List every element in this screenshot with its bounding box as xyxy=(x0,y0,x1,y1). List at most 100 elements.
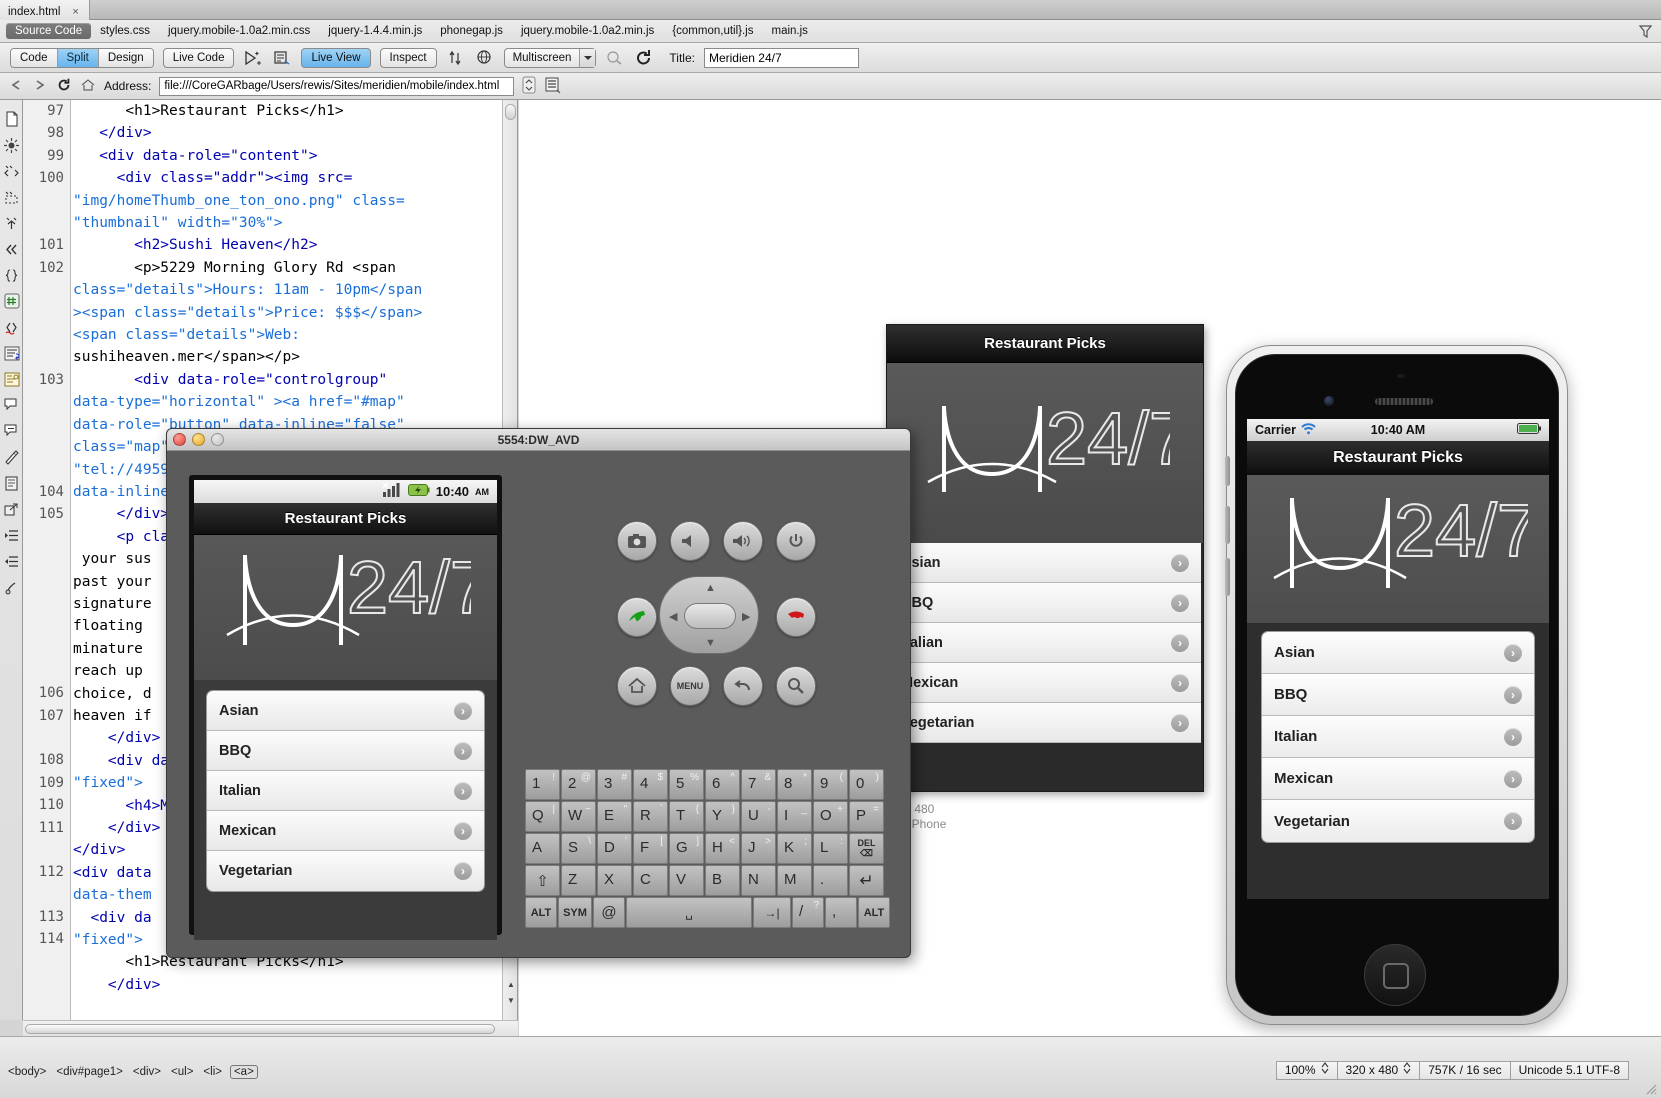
multiscreen-button[interactable]: Multiscreen xyxy=(503,47,597,68)
key-z[interactable]: Z xyxy=(561,865,596,896)
scroll-up-icon[interactable]: ▲ xyxy=(506,980,516,990)
list-item[interactable]: Asian › xyxy=(889,543,1201,583)
home-button[interactable] xyxy=(617,666,657,706)
dpad-down-icon[interactable]: ▼ xyxy=(705,637,716,649)
key-f[interactable]: F[ xyxy=(633,833,668,864)
volume-up-button[interactable] xyxy=(723,521,763,561)
related-file-phonegap-js[interactable]: phonegap.js xyxy=(431,23,512,39)
related-file-common-util-js[interactable]: {common,util}.js xyxy=(663,23,762,39)
select-parent-tag-icon[interactable] xyxy=(0,236,23,262)
related-file-styles-css[interactable]: styles.css xyxy=(91,23,159,39)
search-button[interactable] xyxy=(776,666,816,706)
key-w[interactable]: W ~ xyxy=(561,801,596,832)
tag-div[interactable]: <div> xyxy=(131,1066,163,1078)
key-1[interactable]: 1! xyxy=(525,769,560,800)
resize-grip-icon[interactable] xyxy=(1643,1081,1657,1095)
key-sym[interactable]: SYM xyxy=(558,897,592,928)
list-item[interactable]: BBQ › xyxy=(1262,674,1534,716)
view-mode-split[interactable]: Split xyxy=(57,48,99,67)
dpad-left-icon[interactable]: ◀ xyxy=(669,610,677,623)
key-space[interactable]: ␣ xyxy=(626,897,752,928)
view-mode-design[interactable]: Design xyxy=(98,48,153,67)
key-4[interactable]: 4 $ xyxy=(633,769,668,800)
list-item[interactable]: Asian › xyxy=(207,691,484,731)
power-button[interactable] xyxy=(776,521,816,561)
live-view-button[interactable]: Live View xyxy=(301,47,371,68)
validate-icon[interactable] xyxy=(446,48,466,68)
key-comma[interactable]: , xyxy=(825,897,857,928)
key-alt-right[interactable]: ALT xyxy=(858,897,890,928)
chevron-down-icon[interactable] xyxy=(579,48,596,67)
syntax-color-icon[interactable] xyxy=(0,366,23,392)
refresh-icon[interactable] xyxy=(634,48,654,68)
iphone-home-button[interactable] xyxy=(1364,944,1426,1006)
key-tab[interactable]: →| xyxy=(753,897,791,928)
key-n[interactable]: N xyxy=(741,865,776,896)
open-documents-icon[interactable] xyxy=(0,106,23,132)
list-item[interactable]: Asian › xyxy=(1262,632,1534,674)
list-item[interactable]: Vegetarian › xyxy=(889,703,1201,743)
tag-body[interactable]: <body> xyxy=(6,1066,48,1078)
zoom-control[interactable]: 100% xyxy=(1275,1061,1338,1080)
key-q[interactable]: Q | xyxy=(525,801,560,832)
key-p[interactable]: P = xyxy=(849,801,884,832)
wrap-tag-icon[interactable] xyxy=(0,444,23,470)
menu-button[interactable]: MENU xyxy=(670,666,710,706)
key-i[interactable]: I _ xyxy=(777,801,812,832)
tag-div-page1[interactable]: <div#page1> xyxy=(54,1066,125,1078)
visual-aids-icon[interactable] xyxy=(605,48,625,68)
list-item[interactable]: BBQ › xyxy=(207,731,484,771)
address-input[interactable] xyxy=(159,76,515,96)
key-u[interactable]: U- xyxy=(741,801,776,832)
related-file-source-code[interactable]: Source Code xyxy=(6,23,92,39)
key-c[interactable]: C xyxy=(633,865,668,896)
key-j[interactable]: J > xyxy=(741,833,776,864)
scrollbar-thumb[interactable] xyxy=(25,1024,495,1034)
document-tab-index-html[interactable]: index.html × xyxy=(0,0,90,20)
highlight-invalid-code-icon[interactable] xyxy=(0,314,23,340)
refresh-icon[interactable] xyxy=(56,77,72,96)
key-v[interactable]: V xyxy=(669,865,704,896)
list-item[interactable]: Italian › xyxy=(1262,716,1534,758)
call-button[interactable] xyxy=(617,597,657,637)
key-l[interactable]: L: xyxy=(813,833,848,864)
dpad-right-icon[interactable]: ▶ xyxy=(742,610,750,623)
list-item[interactable]: Italian › xyxy=(889,623,1201,663)
related-file-jquery-mobile-css[interactable]: jquery.mobile-1.0a2.min.css xyxy=(159,23,319,39)
dpad-center-button[interactable] xyxy=(684,603,736,629)
outdent-code-icon[interactable] xyxy=(0,548,23,574)
list-item[interactable]: Mexican › xyxy=(889,663,1201,703)
line-numbers-icon[interactable] xyxy=(0,288,23,314)
key-m[interactable]: M xyxy=(777,865,812,896)
end-call-button[interactable] xyxy=(776,597,816,637)
related-file-jquery-js[interactable]: jquery-1.4.4.min.js xyxy=(319,23,431,39)
key-h[interactable]: H < xyxy=(705,833,740,864)
title-input[interactable] xyxy=(703,47,859,68)
collapse-full-tag-icon[interactable] xyxy=(0,158,23,184)
key-x[interactable]: X xyxy=(597,865,632,896)
collapse-selection-icon[interactable] xyxy=(0,184,23,210)
emulator-titlebar[interactable]: 5554:DW_AVD xyxy=(167,429,910,451)
indent-code-icon[interactable] xyxy=(0,522,23,548)
key-at[interactable]: @ xyxy=(593,897,625,928)
back-arrow-icon[interactable] xyxy=(8,78,24,95)
related-file-jquery-mobile-js[interactable]: jquery.mobile-1.0a2.min.js xyxy=(512,23,663,39)
scrollbar-thumb[interactable] xyxy=(505,104,516,120)
key-slash[interactable]: /? xyxy=(792,897,824,928)
key-2[interactable]: 2 @ xyxy=(561,769,596,800)
dpad-up-icon[interactable]: ▲ xyxy=(705,582,716,594)
stepper-icon[interactable] xyxy=(522,76,536,97)
emulator-screen[interactable]: 10:40 AM Restaurant Picks 24/7 Asian › B… xyxy=(189,475,502,940)
camera-button[interactable] xyxy=(617,521,657,561)
live-code-button[interactable]: Live Code xyxy=(162,47,235,68)
download-size-indicator[interactable]: 757K / 16 sec xyxy=(1420,1061,1511,1080)
list-item[interactable]: Mexican › xyxy=(1262,758,1534,800)
list-item[interactable]: Mexican › xyxy=(207,811,484,851)
iphone-mockup[interactable]: Carrier 10:40 AM Restaurant Picks 24/7 A… xyxy=(1225,345,1568,1025)
home-icon[interactable] xyxy=(80,78,96,95)
key-0[interactable]: 0) xyxy=(849,769,884,800)
code-horizontal-scrollbar[interactable] xyxy=(23,1020,518,1036)
android-preview-window[interactable]: Restaurant Picks 24/7 Asian › BBQ › Ital… xyxy=(886,324,1204,792)
emulator-keyboard[interactable]: 1! 2 @ 3 # 4 $ 5% 6 ^ 7 & 8 * 9( 0) Q | W ~ E " R… xyxy=(525,769,895,929)
key-b[interactable]: B xyxy=(705,865,740,896)
